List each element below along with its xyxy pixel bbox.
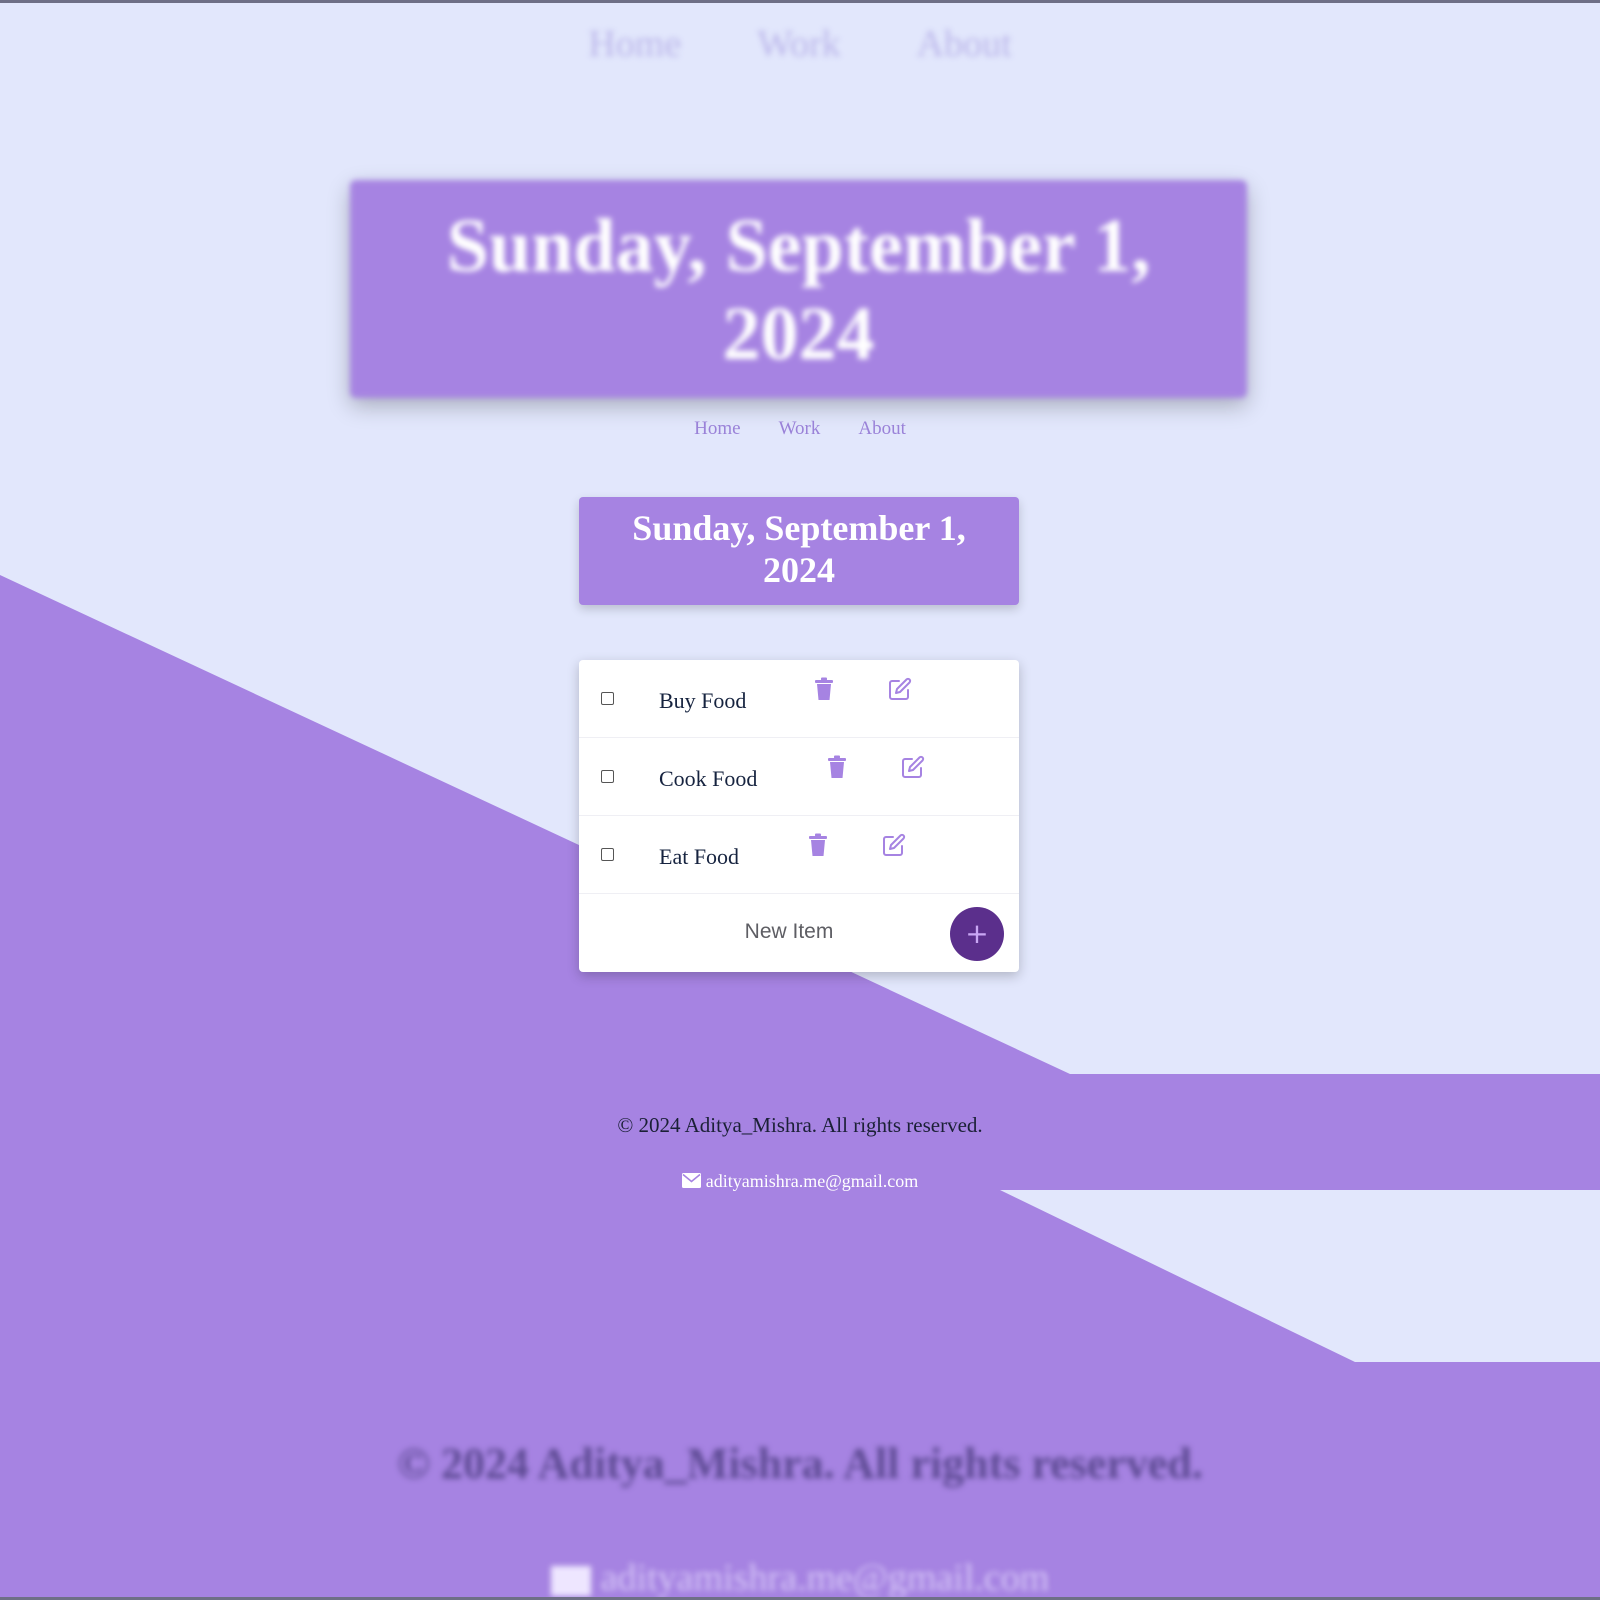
bg-footer-copyright: © 2024 Aditya_Mishra. All rights reserve… [397, 1439, 1203, 1488]
trash-icon[interactable] [807, 833, 829, 857]
bg-nav-work: Work [757, 23, 841, 65]
footer-email-text: adityamishra.me@gmail.com [705, 1171, 919, 1191]
window-top-edge [0, 0, 1600, 3]
new-item-row: + [579, 894, 1019, 972]
nav-home-link[interactable]: Home [694, 418, 740, 440]
edit-icon[interactable] [888, 677, 912, 701]
add-item-button[interactable]: + [950, 907, 1004, 961]
new-item-input[interactable] [639, 914, 939, 950]
bg-footer-email-text: adityamishra.me@gmail.com [600, 1557, 1050, 1599]
bg-footer-email: adityamishra.me@gmail.com [0, 1556, 1600, 1600]
item-checkbox[interactable] [601, 848, 614, 861]
todo-item: Buy Food [579, 660, 1019, 738]
envelope-icon [681, 1173, 701, 1188]
edit-icon[interactable] [901, 755, 925, 779]
edit-icon[interactable] [882, 833, 906, 857]
todo-card: Buy Food Cook Food Eat Food New Item + [579, 660, 1019, 972]
bg-date-title: Sunday, September 1, 2024 [350, 180, 1247, 398]
todo-item: Cook Food [579, 738, 1019, 816]
trash-icon[interactable] [826, 755, 848, 779]
item-checkbox[interactable] [601, 692, 614, 705]
footer-copyright: © 2024 Aditya_Mishra. All rights reserve… [617, 1113, 983, 1137]
bg-nav: Home Work About [0, 22, 1600, 66]
item-label: Cook Food [659, 766, 758, 791]
bg-nav-home: Home [588, 23, 682, 65]
nav-about-link[interactable]: About [858, 418, 906, 440]
todo-item: Eat Food [579, 816, 1019, 894]
nav-work-link[interactable]: Work [779, 418, 821, 440]
item-label: Buy Food [659, 688, 747, 713]
item-label: Eat Food [659, 844, 740, 869]
bg-envelope-icon [550, 1566, 591, 1597]
footer-email[interactable]: adityamishra.me@gmail.com [0, 1171, 1600, 1192]
bg-nav-about: About [916, 23, 1012, 65]
item-checkbox[interactable] [601, 770, 614, 783]
date-title: Sunday, September 1, 2024 [579, 497, 1019, 605]
trash-icon[interactable] [813, 677, 835, 701]
main-nav: Home Work About [0, 418, 1600, 440]
